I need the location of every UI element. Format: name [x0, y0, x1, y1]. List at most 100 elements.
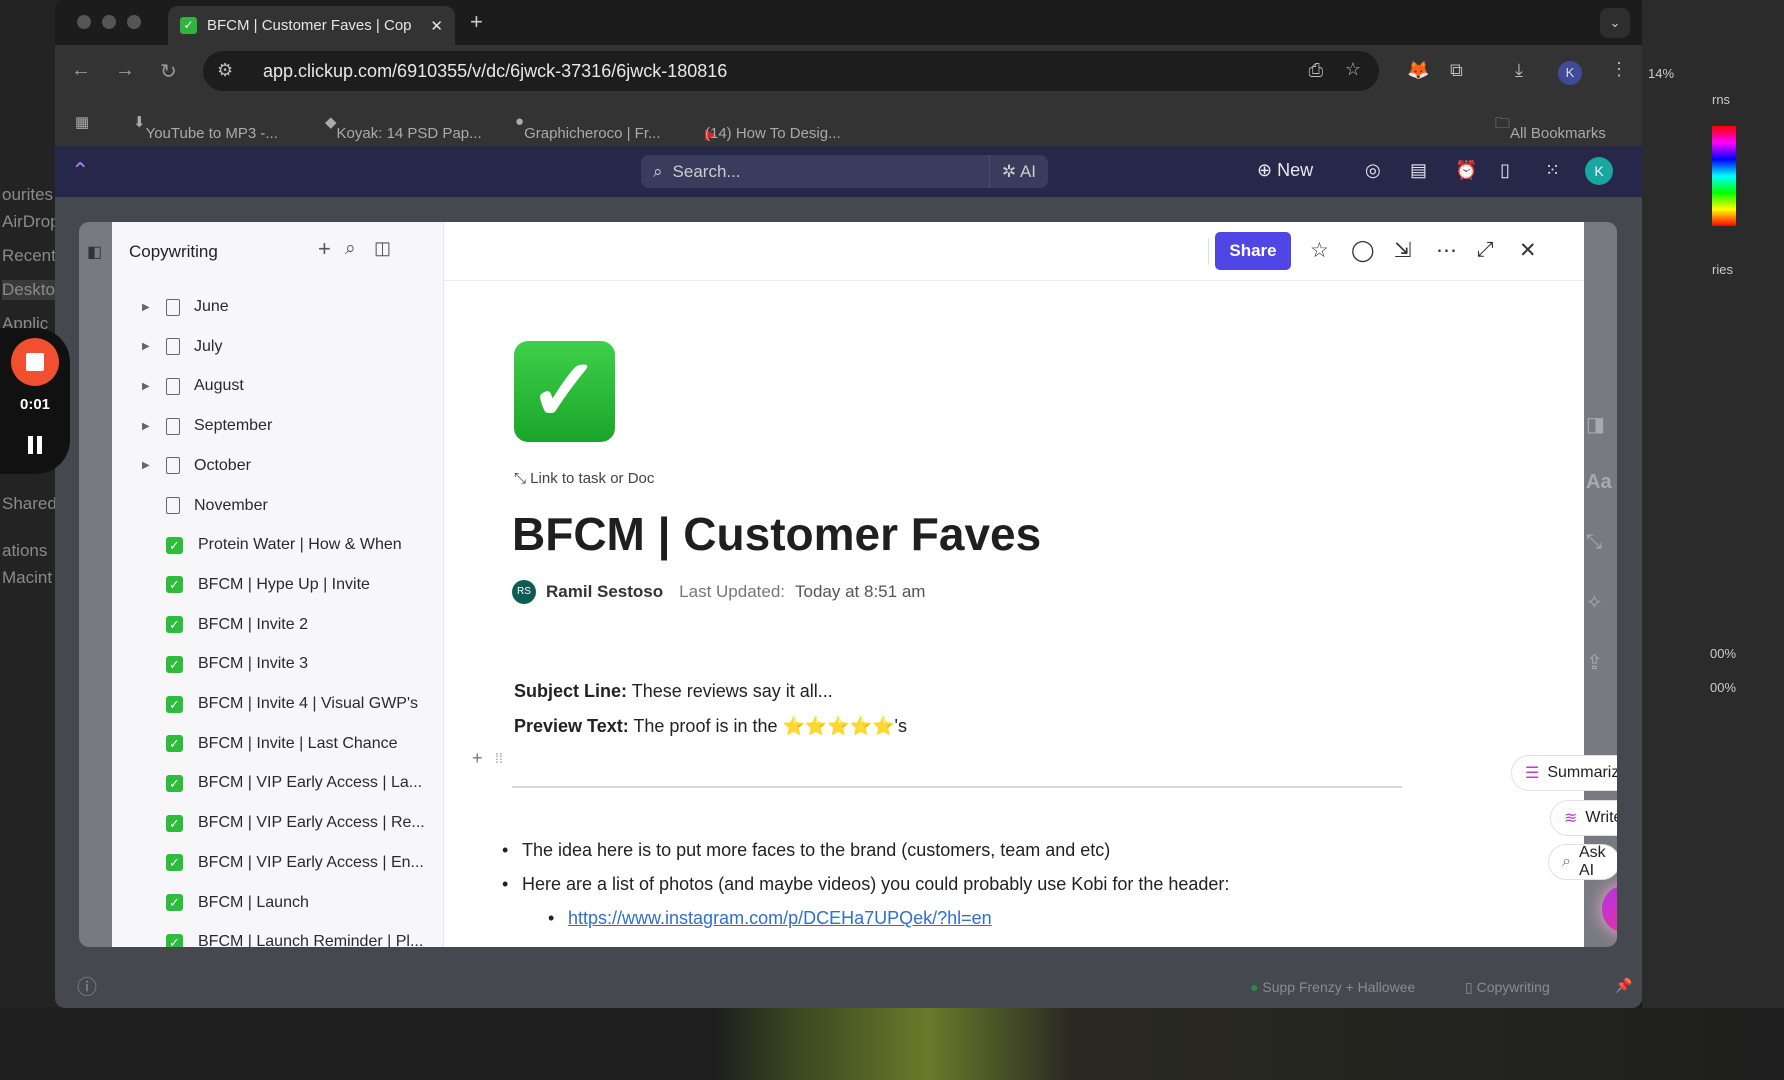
- extensions-icon[interactable]: ⧉: [1450, 60, 1463, 81]
- favorite-star-icon[interactable]: ☆: [1310, 238, 1329, 263]
- menu-kebab-icon[interactable]: ⋮: [1610, 59, 1628, 80]
- sidebar-item[interactable]: ▶ October: [142, 448, 251, 484]
- bookmark-star-icon[interactable]: ☆: [1345, 59, 1361, 80]
- finder-item[interactable]: Macint: [2, 568, 52, 588]
- doc-emoji-check-icon[interactable]: ✓: [514, 341, 615, 442]
- tab-search-chevron-icon[interactable]: ⌄: [1600, 8, 1630, 38]
- user-avatar[interactable]: K: [1585, 157, 1613, 185]
- bookmark[interactable]: ● Graphicheroco | Fr...: [515, 113, 661, 142]
- sidebar-item[interactable]: ✓ BFCM | Launch: [142, 885, 309, 921]
- link-arrows-icon[interactable]: ⤡: [1586, 531, 1602, 554]
- reload-icon[interactable]: ↻: [160, 59, 177, 84]
- back-icon[interactable]: ←: [71, 59, 91, 82]
- finder-item[interactable]: Desktop: [2, 280, 60, 300]
- close-tab-icon[interactable]: ✕: [430, 17, 443, 35]
- bookmark[interactable]: ⬇ YouTube to MP3 -...: [133, 113, 278, 142]
- sidebar-title: Copywriting: [129, 242, 218, 261]
- sidebar-item[interactable]: ✓ BFCM | Hype Up | Invite: [142, 567, 370, 603]
- bookmark[interactable]: ◆ Koyak: 14 PSD Pap...: [325, 113, 482, 142]
- sidebar-item[interactable]: ▶ June: [142, 289, 229, 325]
- doc-title[interactable]: BFCM | Customer Faves: [512, 507, 1041, 561]
- opacity-field[interactable]: 00%: [1710, 646, 1736, 661]
- sidebar-item[interactable]: ✓ BFCM | Invite 2: [142, 607, 308, 643]
- metamask-extension-icon[interactable]: 🦊: [1407, 60, 1429, 81]
- magic-wand-icon[interactable]: ✧: [1586, 590, 1603, 615]
- zoom-level[interactable]: 14%: [1648, 66, 1674, 81]
- add-page-icon[interactable]: +: [318, 236, 331, 262]
- sidebar-item[interactable]: ✓ BFCM | Invite 3: [142, 646, 308, 682]
- sidebar-item[interactable]: ✓ BFCM | Launch Reminder | Pl...: [142, 924, 423, 947]
- subject-line[interactable]: Subject Line: These reviews say it all..…: [514, 681, 833, 702]
- summarize-button[interactable]: ☰Summarize: [1511, 755, 1617, 791]
- instagram-link[interactable]: https://www.instagram.com/p/DCEHa7UPQek/…: [568, 908, 992, 928]
- text-format-icon[interactable]: Aa: [1586, 471, 1612, 494]
- drag-handle-icon[interactable]: ⁞⁞: [495, 750, 503, 766]
- profile-avatar[interactable]: K: [1558, 61, 1582, 85]
- clickup-logo-icon[interactable]: ⌃: [71, 158, 89, 184]
- close-icon[interactable]: ✕: [1519, 238, 1537, 263]
- fullscreen-icon[interactable]: ⤢: [1477, 238, 1494, 262]
- breadcrumb-item[interactable]: ▯ Copywriting: [1465, 979, 1550, 996]
- sidebar-item[interactable]: ✓ BFCM | VIP Early Access | La...: [142, 765, 422, 801]
- sidebar-toggle-icon[interactable]: ◧: [87, 242, 102, 262]
- sidebar-item[interactable]: ✓ Protein Water | How & When: [142, 527, 402, 563]
- expand-caret-icon[interactable]: ▶: [142, 381, 166, 392]
- page-panel-icon[interactable]: ◨: [1586, 412, 1605, 437]
- sidebar-item-label: BFCM | Launch Reminder | Pl...: [198, 933, 424, 947]
- stop-record-button[interactable]: [11, 338, 59, 386]
- finder-item[interactable]: Shared: [2, 494, 57, 514]
- expand-caret-icon[interactable]: ▶: [142, 341, 166, 352]
- ai-brain-icon[interactable]: ✲: [1602, 885, 1617, 933]
- search-icon[interactable]: ⌕: [345, 238, 356, 260]
- pin-icon[interactable]: 📌: [1615, 977, 1632, 994]
- search-input[interactable]: ⌕ Search... ✲ AI: [641, 155, 1048, 188]
- sidebar-item[interactable]: ✓ BFCM | VIP Early Access | Re...: [142, 805, 425, 841]
- color-spectrum[interactable]: [1712, 126, 1736, 226]
- export-icon[interactable]: ⇪: [1586, 650, 1603, 675]
- install-app-icon[interactable]: ⎙: [1309, 60, 1323, 81]
- help-icon[interactable]: ⓘ: [77, 971, 97, 1000]
- comment-icon[interactable]: ◯: [1351, 238, 1375, 263]
- pause-icon[interactable]: [28, 436, 42, 454]
- new-button[interactable]: ⊕ New: [1257, 160, 1313, 181]
- expand-caret-icon[interactable]: ▶: [142, 302, 166, 313]
- breadcrumb-item[interactable]: ● Supp Frenzy + Hallowee: [1250, 979, 1415, 995]
- apps-grid-icon[interactable]: ▦: [75, 113, 89, 131]
- apps-grid-icon[interactable]: ⁙: [1545, 160, 1560, 181]
- move-icon[interactable]: ⇲: [1394, 238, 1412, 263]
- all-bookmarks[interactable]: 🗀 All Bookmarks: [1495, 113, 1606, 142]
- collapse-sidebar-icon[interactable]: ◫: [374, 238, 391, 259]
- sidebar-item[interactable]: ▶ August: [142, 368, 244, 404]
- downloads-icon[interactable]: ⤓: [1515, 60, 1523, 81]
- forward-icon[interactable]: →: [115, 59, 135, 82]
- expand-caret-icon[interactable]: ▶: [142, 421, 166, 432]
- new-tab-button[interactable]: +: [470, 9, 483, 35]
- list-item[interactable]: The idea here is to put more faces to th…: [502, 840, 1110, 861]
- sidebar-item[interactable]: ✓ BFCM | Invite 4 | Visual GWP's: [142, 686, 418, 722]
- tasks-check-icon[interactable]: ◎: [1365, 160, 1381, 181]
- finder-item[interactable]: Recents: [2, 246, 60, 266]
- sidebar-item[interactable]: ▶ September: [142, 408, 272, 444]
- share-button[interactable]: Share: [1215, 232, 1291, 270]
- add-block-icon[interactable]: +: [472, 748, 483, 769]
- finder-item[interactable]: AirDrop: [2, 212, 60, 232]
- writer-button[interactable]: ≋Writer: [1550, 800, 1617, 836]
- ai-button[interactable]: ✲ AI: [988, 155, 1048, 188]
- more-options-icon[interactable]: ⋯: [1436, 238, 1457, 263]
- list-item[interactable]: Here are a list of photos (and maybe vid…: [502, 874, 1229, 895]
- link-to-task-button[interactable]: ⤡ Link to task or Doc: [514, 470, 654, 487]
- docs-icon[interactable]: ▯: [1500, 160, 1510, 181]
- ask-ai-button[interactable]: ⌕ Ask AI: [1548, 844, 1617, 880]
- site-settings-icon[interactable]: ⚙: [217, 60, 233, 81]
- sidebar-item[interactable]: ✓ BFCM | Invite | Last Chance: [142, 726, 398, 762]
- sidebar-item[interactable]: ▶ July: [142, 329, 222, 365]
- expand-caret-icon[interactable]: ▶: [142, 460, 166, 471]
- notepad-icon[interactable]: ▤: [1410, 160, 1427, 181]
- preview-text[interactable]: Preview Text: The proof is in the ⭐⭐⭐⭐⭐'…: [514, 716, 907, 737]
- alarm-clock-icon[interactable]: ⏰: [1455, 160, 1477, 181]
- opacity-field[interactable]: 00%: [1710, 680, 1736, 695]
- sidebar-item[interactable]: ✓ BFCM | VIP Early Access | En...: [142, 845, 424, 881]
- address-bar[interactable]: ⚙ app.clickup.com/6910355/v/dc/6jwck-373…: [203, 51, 1379, 91]
- sidebar-item[interactable]: November: [142, 488, 268, 524]
- browser-tab[interactable]: ✓ BFCM | Customer Faves | Cop ✕: [168, 6, 455, 45]
